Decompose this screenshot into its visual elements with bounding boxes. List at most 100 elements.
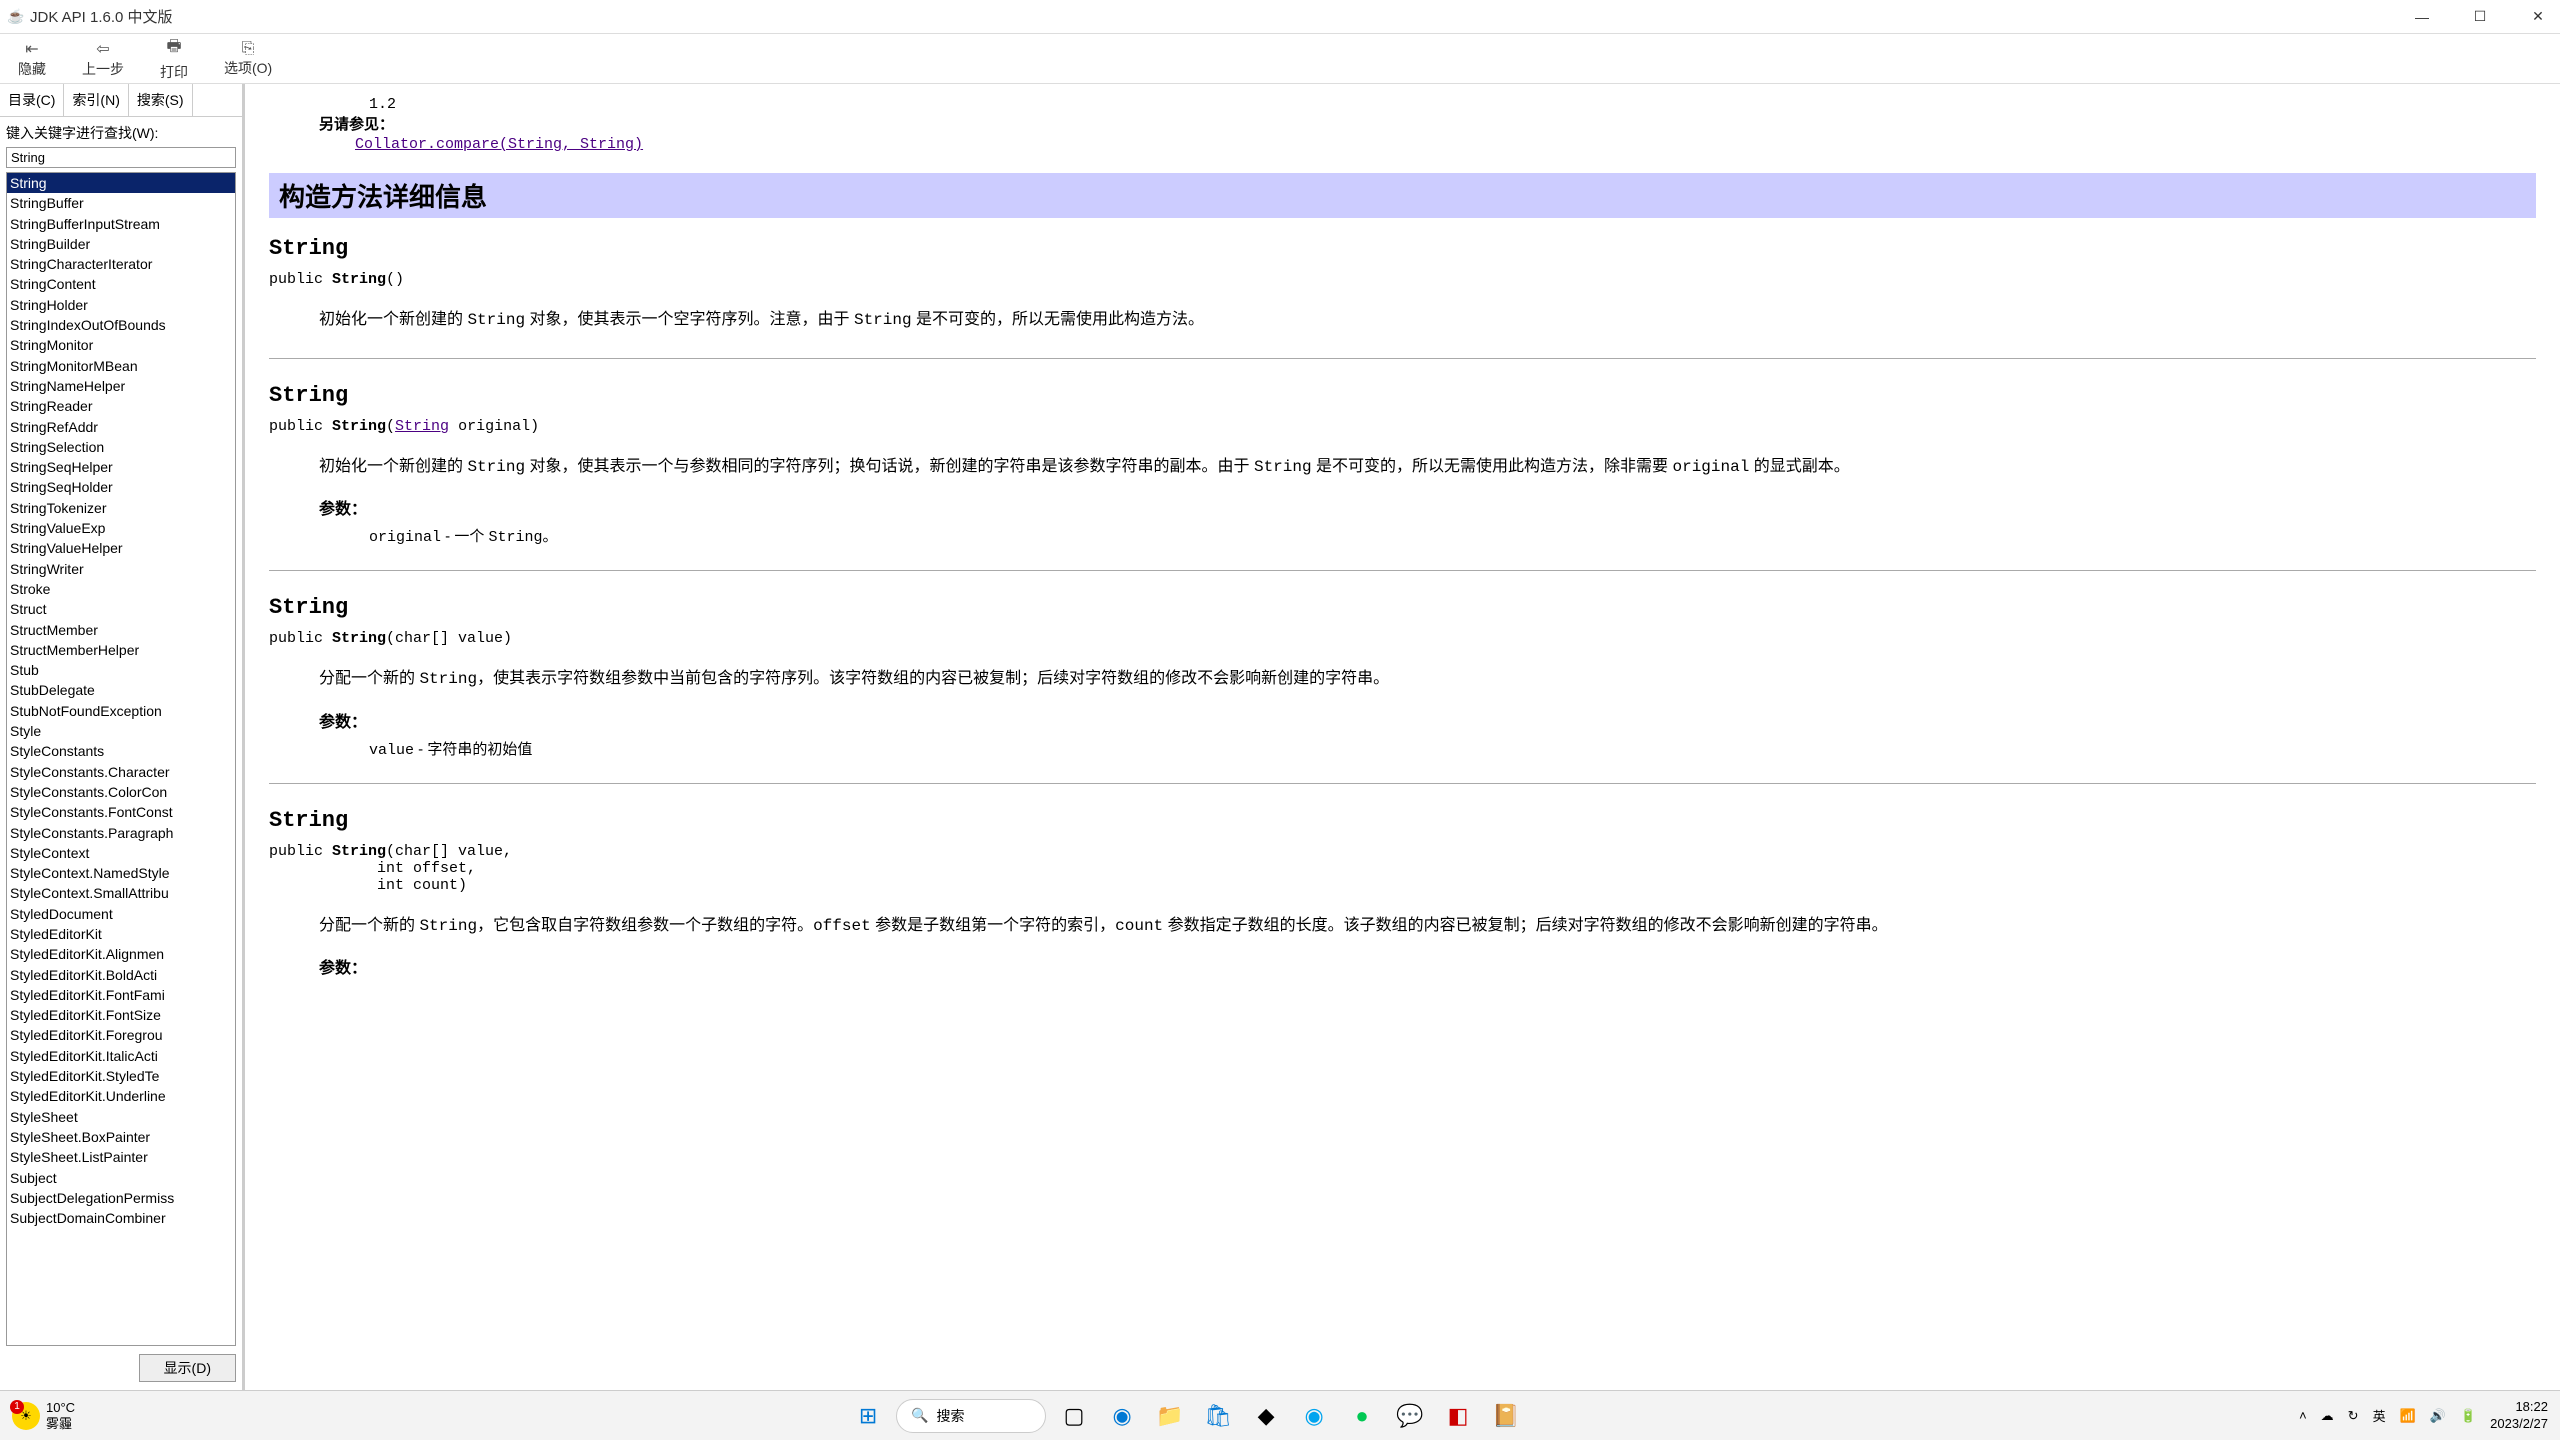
taskbar-search[interactable]: 🔍搜索	[896, 1399, 1046, 1433]
list-item[interactable]: StyledEditorKit.Alignmen	[7, 944, 235, 964]
list-item[interactable]: StringSelection	[7, 437, 235, 457]
list-item[interactable]: StyleContext.SmallAttribu	[7, 883, 235, 903]
wifi-icon[interactable]: 📶	[2400, 1408, 2416, 1424]
maximize-button[interactable]: ☐	[2466, 3, 2494, 31]
window-controls: — ☐ ✕	[2408, 3, 2552, 31]
list-item[interactable]: StyleConstants.Character	[7, 762, 235, 782]
list-item[interactable]: StringMonitor	[7, 335, 235, 355]
list-item[interactable]: StringSeqHolder	[7, 477, 235, 497]
list-item[interactable]: StringMonitorMBean	[7, 356, 235, 376]
list-item[interactable]: String	[7, 173, 235, 193]
list-item[interactable]: StyleSheet	[7, 1107, 235, 1127]
explorer-icon[interactable]: 📁	[1150, 1396, 1190, 1436]
list-item[interactable]: StyleSheet.ListPainter	[7, 1147, 235, 1167]
list-item[interactable]: StyleConstants.Paragraph	[7, 823, 235, 843]
list-item[interactable]: StringIndexOutOfBounds	[7, 315, 235, 335]
list-item[interactable]: StringValueExp	[7, 518, 235, 538]
list-item[interactable]: StructMember	[7, 620, 235, 640]
list-item[interactable]: StringContent	[7, 274, 235, 294]
list-item[interactable]: StyledEditorKit.FontFami	[7, 985, 235, 1005]
list-item[interactable]: StubNotFoundException	[7, 701, 235, 721]
display-button[interactable]: 显示(D)	[139, 1354, 236, 1382]
list-item[interactable]: StyledEditorKit.Foregrou	[7, 1025, 235, 1045]
list-item[interactable]: StringBuffer	[7, 193, 235, 213]
hide-button[interactable]: ⇤隐藏	[10, 37, 54, 81]
ime-indicator[interactable]: 英	[2373, 1406, 2386, 1425]
wechat-icon[interactable]: 💬	[1390, 1396, 1430, 1436]
list-item[interactable]: StringReader	[7, 396, 235, 416]
list-item[interactable]: SubjectDomainCombiner	[7, 1208, 235, 1228]
constructor-desc-3: 分配一个新的 String，使其表示字符数组参数中当前包含的字符序列。该字符数组…	[319, 665, 2536, 693]
print-label: 打印	[160, 62, 188, 82]
list-item[interactable]: StyledEditorKit.BoldActi	[7, 965, 235, 985]
back-button[interactable]: ⇦上一步	[74, 37, 132, 81]
app-icon-1[interactable]: ◆	[1246, 1396, 1286, 1436]
param-head-2: 参数：	[319, 495, 2536, 519]
list-item[interactable]: StructMemberHelper	[7, 640, 235, 660]
index-list[interactable]: StringStringBufferStringBufferInputStrea…	[6, 172, 236, 1346]
main-area: 目录(C) 索引(N) 搜索(S) 键入关键字进行查找(W): StringSt…	[0, 84, 2560, 1390]
app-icon-3[interactable]: ●	[1342, 1396, 1382, 1436]
tab-index[interactable]: 索引(N)	[64, 84, 128, 116]
task-view-icon[interactable]: ▢	[1054, 1396, 1094, 1436]
list-item[interactable]: StyleConstants	[7, 741, 235, 761]
options-button[interactable]: ⎘选项(O)	[216, 38, 280, 80]
weather-widget[interactable]: ☀1 10°C 雾霾	[12, 1400, 75, 1431]
store-icon[interactable]: 🛍	[1198, 1396, 1238, 1436]
type-link-string[interactable]: String	[395, 418, 449, 435]
tab-search[interactable]: 搜索(S)	[129, 84, 193, 116]
param-head-4: 参数：	[319, 954, 2536, 978]
list-item[interactable]: StyledEditorKit.FontSize	[7, 1005, 235, 1025]
print-button[interactable]: 🖶打印	[152, 33, 196, 84]
list-item[interactable]: StringWriter	[7, 559, 235, 579]
list-item[interactable]: StringNameHelper	[7, 376, 235, 396]
content-pane[interactable]: 1.2 另请参见： Collator.compare(String, Strin…	[245, 84, 2560, 1390]
list-item[interactable]: StyleConstants.FontConst	[7, 802, 235, 822]
tray-chevron-icon[interactable]: ˄	[2299, 1408, 2307, 1423]
intellij-icon[interactable]: ◧	[1438, 1396, 1478, 1436]
edge-icon[interactable]: ◉	[1102, 1396, 1142, 1436]
tab-contents[interactable]: 目录(C)	[0, 84, 64, 116]
list-item[interactable]: Subject	[7, 1168, 235, 1188]
chm-icon[interactable]: 📔	[1486, 1396, 1526, 1436]
list-item[interactable]: StyledEditorKit.Underline	[7, 1086, 235, 1106]
minimize-button[interactable]: —	[2408, 3, 2436, 31]
onedrive-icon[interactable]: ☁	[2321, 1408, 2334, 1424]
list-item[interactable]: StyleContext	[7, 843, 235, 863]
volume-icon[interactable]: 🔊	[2430, 1408, 2446, 1424]
battery-icon[interactable]: 🔋	[2460, 1408, 2476, 1424]
list-item[interactable]: Style	[7, 721, 235, 741]
window-title: JDK API 1.6.0 中文版	[30, 6, 2408, 27]
list-item[interactable]: StringBuilder	[7, 234, 235, 254]
list-item[interactable]: StringTokenizer	[7, 498, 235, 518]
start-button[interactable]: ⊞	[848, 1396, 888, 1436]
list-item[interactable]: StringSeqHelper	[7, 457, 235, 477]
sync-icon[interactable]: ↻	[2348, 1408, 2359, 1424]
search-input[interactable]	[6, 147, 236, 168]
list-item[interactable]: StyleContext.NamedStyle	[7, 863, 235, 883]
clock[interactable]: 18:22 2023/2/27	[2490, 1399, 2548, 1433]
list-item[interactable]: Stub	[7, 660, 235, 680]
see-also-link[interactable]: Collator.compare(String, String)	[355, 136, 2536, 153]
list-item[interactable]: Stroke	[7, 579, 235, 599]
display-button-row: 显示(D)	[0, 1346, 242, 1390]
list-item[interactable]: SubjectDelegationPermiss	[7, 1188, 235, 1208]
back-icon: ⇦	[96, 39, 109, 59]
list-item[interactable]: StyledEditorKit.StyledTe	[7, 1066, 235, 1086]
list-item[interactable]: StyledDocument	[7, 904, 235, 924]
search-label: 键入关键字进行查找(W):	[0, 117, 242, 145]
list-item[interactable]: StringHolder	[7, 295, 235, 315]
list-item[interactable]: StyledEditorKit.ItalicActi	[7, 1046, 235, 1066]
list-item[interactable]: StringRefAddr	[7, 417, 235, 437]
clock-time: 18:22	[2490, 1399, 2548, 1416]
list-item[interactable]: StringBufferInputStream	[7, 214, 235, 234]
list-item[interactable]: StyleSheet.BoxPainter	[7, 1127, 235, 1147]
list-item[interactable]: StyledEditorKit	[7, 924, 235, 944]
list-item[interactable]: StyleConstants.ColorCon	[7, 782, 235, 802]
list-item[interactable]: StringCharacterIterator	[7, 254, 235, 274]
list-item[interactable]: Struct	[7, 599, 235, 619]
close-button[interactable]: ✕	[2524, 3, 2552, 31]
list-item[interactable]: StubDelegate	[7, 680, 235, 700]
list-item[interactable]: StringValueHelper	[7, 538, 235, 558]
app-icon-2[interactable]: ◉	[1294, 1396, 1334, 1436]
